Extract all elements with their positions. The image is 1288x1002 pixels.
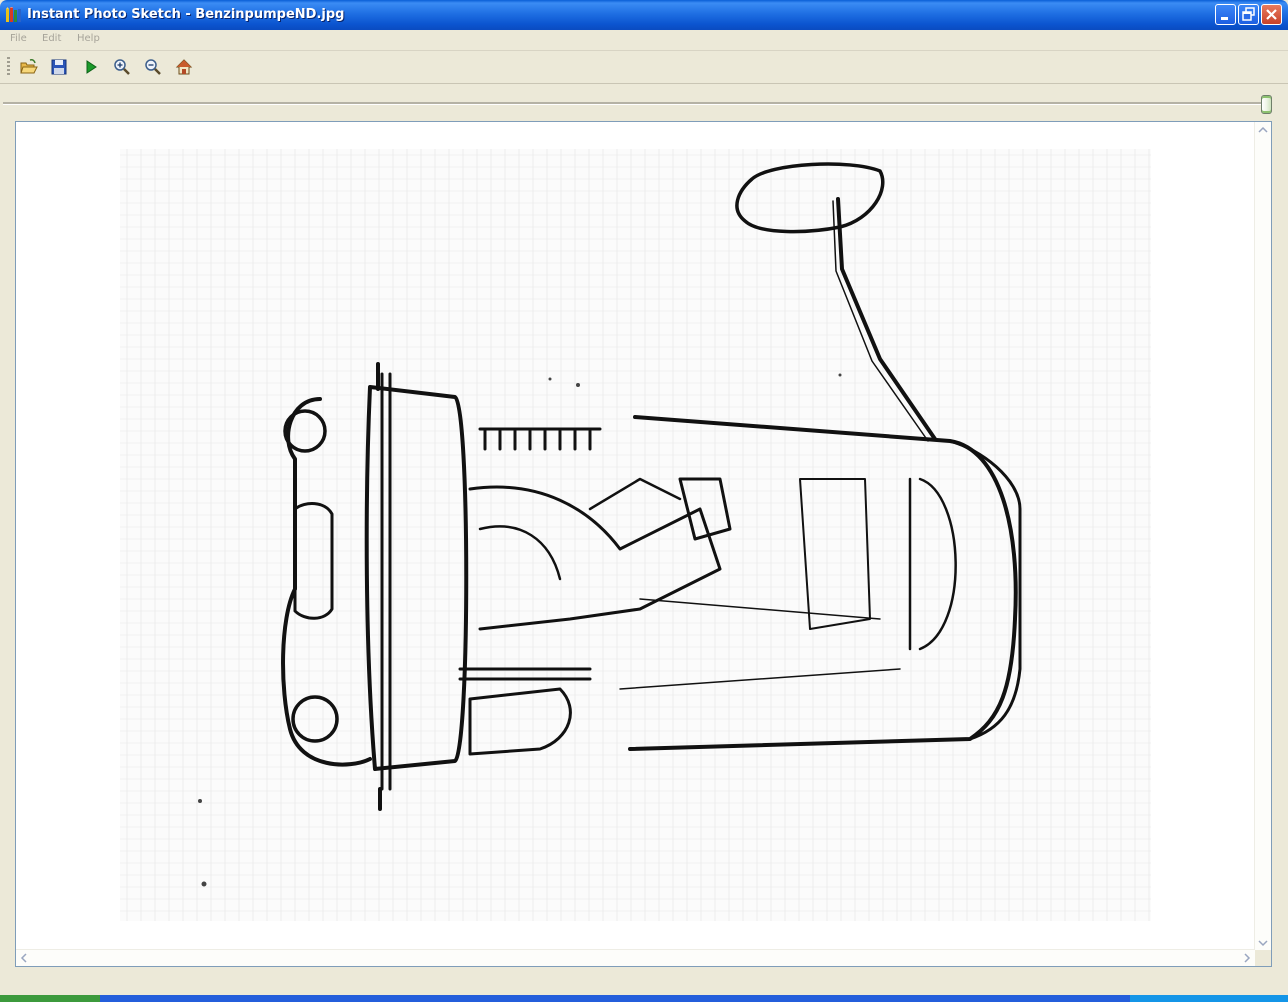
scroll-down-icon[interactable] <box>1256 936 1270 950</box>
menu-file[interactable]: File <box>10 33 27 44</box>
image-viewport[interactable] <box>15 121 1272 967</box>
minimize-button[interactable] <box>1215 4 1236 25</box>
menu-bar: File Edit Help <box>0 30 1288 51</box>
zoom-out-button[interactable] <box>144 58 162 76</box>
toolbar <box>0 51 1288 84</box>
close-icon <box>1266 9 1277 20</box>
horizontal-scrollbar[interactable] <box>16 949 1255 966</box>
play-icon <box>86 60 97 74</box>
zoom-in-icon <box>114 59 130 75</box>
home-icon <box>175 59 193 75</box>
menu-edit[interactable]: Edit <box>42 33 61 44</box>
close-button[interactable] <box>1261 4 1282 25</box>
toolbar-grip[interactable] <box>7 57 10 77</box>
vertical-scrollbar[interactable] <box>1254 122 1271 951</box>
run-button[interactable] <box>82 58 100 76</box>
zoom-in-button[interactable] <box>113 58 131 76</box>
folder-open-icon <box>20 59 38 74</box>
window-title: Instant Photo Sketch - BenzinpumpeND.jpg <box>27 7 345 22</box>
fuel-pump-sketch <box>120 149 1151 921</box>
detail-slider-thumb[interactable] <box>1261 95 1272 114</box>
scroll-up-icon[interactable] <box>1256 123 1270 137</box>
sketch-image <box>120 149 1151 921</box>
scroll-corner <box>1255 950 1271 966</box>
scroll-right-icon[interactable] <box>1240 951 1254 965</box>
floppy-disk-icon <box>51 59 67 75</box>
save-button[interactable] <box>50 58 68 76</box>
restore-icon <box>1242 7 1255 21</box>
home-button[interactable] <box>175 58 193 76</box>
minimize-icon <box>1221 17 1228 20</box>
zoom-out-icon <box>145 59 161 75</box>
maximize-button[interactable] <box>1238 4 1259 25</box>
taskbar-edge <box>0 995 1288 1002</box>
scroll-left-icon[interactable] <box>17 951 31 965</box>
open-button[interactable] <box>20 58 38 76</box>
app-icon <box>6 7 21 22</box>
detail-slider-track[interactable] <box>3 102 1261 105</box>
title-bar: Instant Photo Sketch - BenzinpumpeND.jpg <box>0 0 1288 30</box>
menu-help[interactable]: Help <box>77 33 100 44</box>
